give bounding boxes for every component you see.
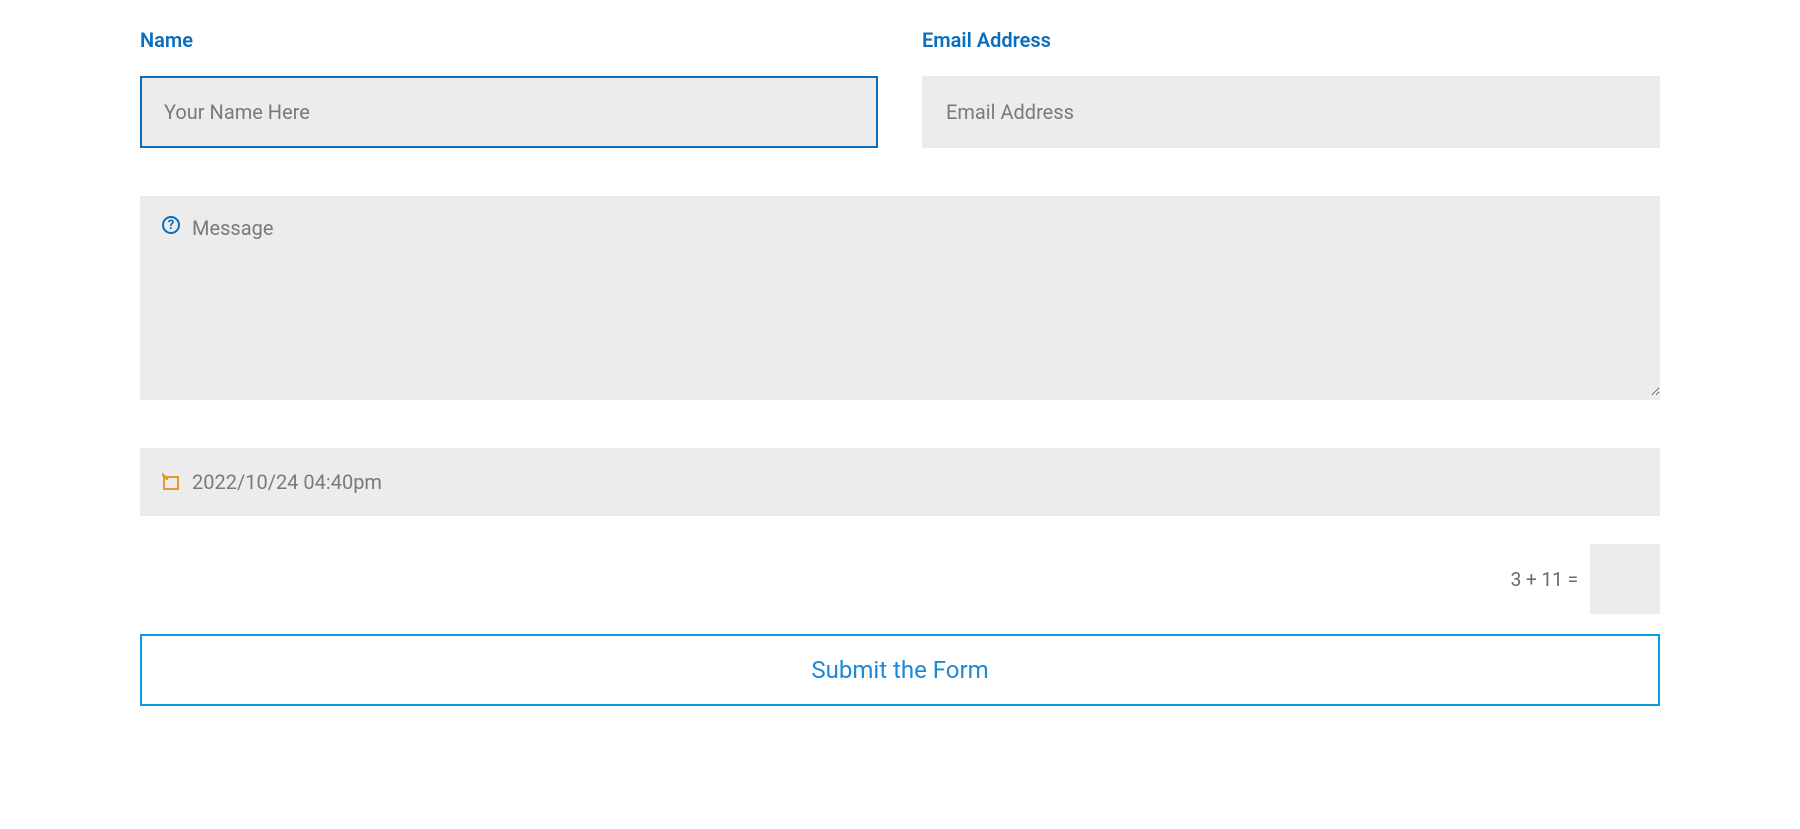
name-field-group: Name — [140, 28, 878, 148]
submit-button[interactable]: Submit the Form — [140, 634, 1660, 706]
message-textarea[interactable] — [140, 196, 1660, 396]
help-icon[interactable]: ? — [162, 216, 180, 234]
datetime-input[interactable] — [140, 448, 1660, 516]
message-field-group: ? — [140, 196, 1660, 400]
email-label: Email Address — [922, 28, 1660, 52]
name-input[interactable] — [140, 76, 878, 148]
captcha-question: 3 + 11 = — [1511, 568, 1578, 591]
captcha-input[interactable] — [1590, 544, 1660, 614]
name-label: Name — [140, 28, 878, 52]
email-field-group: Email Address — [922, 28, 1660, 148]
name-email-row: Name Email Address — [140, 28, 1660, 148]
calendar-icon[interactable] — [162, 473, 180, 491]
email-input[interactable] — [922, 76, 1660, 148]
datetime-field-group — [140, 448, 1660, 516]
captcha-row: 3 + 11 = — [140, 544, 1660, 614]
contact-form: Name Email Address ? 3 + 11 = Submit the… — [140, 28, 1660, 706]
